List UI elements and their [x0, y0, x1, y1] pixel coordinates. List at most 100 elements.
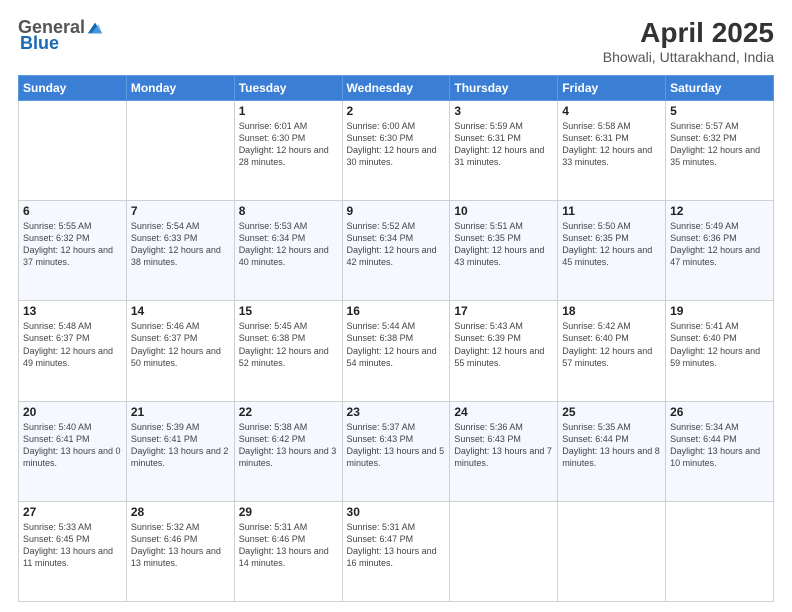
day-info: Sunrise: 5:36 AMSunset: 6:43 PMDaylight:… — [454, 421, 553, 470]
day-header-wednesday: Wednesday — [342, 75, 450, 100]
calendar-cell: 3Sunrise: 5:59 AMSunset: 6:31 PMDaylight… — [450, 100, 558, 200]
day-info: Sunrise: 6:00 AMSunset: 6:30 PMDaylight:… — [347, 120, 446, 169]
day-number: 1 — [239, 104, 338, 118]
day-header-sunday: Sunday — [19, 75, 127, 100]
title-area: April 2025 Bhowali, Uttarakhand, India — [603, 18, 774, 65]
day-number: 13 — [23, 304, 122, 318]
calendar-cell: 21Sunrise: 5:39 AMSunset: 6:41 PMDayligh… — [126, 401, 234, 501]
calendar-week-row: 20 Sunrise: 5:40 AMSunset: 6:41 PMDayligh… — [19, 401, 774, 501]
day-number: 27 — [23, 505, 122, 519]
day-info: Sunrise: 5:35 AMSunset: 6:44 PMDaylight:… — [562, 421, 661, 470]
calendar-cell: 2 Sunrise: 6:00 AMSunset: 6:30 PMDaylight… — [342, 100, 450, 200]
day-info: Sunrise: 5:44 AMSunset: 6:38 PMDaylight:… — [347, 320, 446, 369]
calendar-header-row: SundayMondayTuesdayWednesdayThursdayFrid… — [19, 75, 774, 100]
calendar-cell: 24 Sunrise: 5:36 AMSunset: 6:43 PMDayligh… — [450, 401, 558, 501]
page: General Blue April 2025 Bhowali, Uttarak… — [0, 0, 792, 612]
day-info: Sunrise: 5:32 AMSunset: 6:46 PMDaylight:… — [131, 521, 230, 570]
day-number: 14 — [131, 304, 230, 318]
day-info: Sunrise: 5:37 AMSunset: 6:43 PMDaylight:… — [347, 421, 446, 470]
calendar-cell — [126, 100, 234, 200]
month-title: April 2025 — [603, 18, 774, 49]
calendar-cell — [450, 501, 558, 601]
day-info: Sunrise: 5:34 AMSunset: 6:44 PMDaylight:… — [670, 421, 769, 470]
day-number: 3 — [454, 104, 553, 118]
calendar-cell: 5 Sunrise: 5:57 AMSunset: 6:32 PMDaylight… — [666, 100, 774, 200]
day-number: 10 — [454, 204, 553, 218]
calendar-cell: 9 Sunrise: 5:52 AMSunset: 6:34 PMDaylight… — [342, 201, 450, 301]
day-number: 23 — [347, 405, 446, 419]
day-info: Sunrise: 5:50 AMSunset: 6:35 PMDaylight:… — [562, 220, 661, 269]
calendar-cell: 10 Sunrise: 5:51 AMSunset: 6:35 PMDayligh… — [450, 201, 558, 301]
calendar-cell: 19 Sunrise: 5:41 AMSunset: 6:40 PMDayligh… — [666, 301, 774, 401]
day-info: Sunrise: 5:40 AMSunset: 6:41 PMDaylight:… — [23, 421, 122, 470]
day-number: 22 — [239, 405, 338, 419]
day-number: 29 — [239, 505, 338, 519]
calendar-table: SundayMondayTuesdayWednesdayThursdayFrid… — [18, 75, 774, 602]
day-number: 5 — [670, 104, 769, 118]
day-info: Sunrise: 6:01 AMSunset: 6:30 PMDaylight:… — [239, 120, 338, 169]
calendar-cell: 15Sunrise: 5:45 AMSunset: 6:38 PMDayligh… — [234, 301, 342, 401]
calendar-cell: 23 Sunrise: 5:37 AMSunset: 6:43 PMDayligh… — [342, 401, 450, 501]
day-number: 28 — [131, 505, 230, 519]
logo: General Blue — [18, 18, 108, 54]
day-number: 6 — [23, 204, 122, 218]
day-number: 9 — [347, 204, 446, 218]
day-header-friday: Friday — [558, 75, 666, 100]
day-info: Sunrise: 5:41 AMSunset: 6:40 PMDaylight:… — [670, 320, 769, 369]
day-number: 16 — [347, 304, 446, 318]
calendar-cell: 4 Sunrise: 5:58 AMSunset: 6:31 PMDaylight… — [558, 100, 666, 200]
calendar-cell: 6 Sunrise: 5:55 AMSunset: 6:32 PMDaylight… — [19, 201, 127, 301]
location-subtitle: Bhowali, Uttarakhand, India — [603, 49, 774, 65]
day-info: Sunrise: 5:43 AMSunset: 6:39 PMDaylight:… — [454, 320, 553, 369]
day-number: 30 — [347, 505, 446, 519]
calendar-cell: 20 Sunrise: 5:40 AMSunset: 6:41 PMDayligh… — [19, 401, 127, 501]
calendar-cell: 12 Sunrise: 5:49 AMSunset: 6:36 PMDayligh… — [666, 201, 774, 301]
day-number: 8 — [239, 204, 338, 218]
day-number: 4 — [562, 104, 661, 118]
logo-blue: Blue — [20, 34, 59, 54]
day-info: Sunrise: 5:42 AMSunset: 6:40 PMDaylight:… — [562, 320, 661, 369]
calendar-cell: 26Sunrise: 5:34 AMSunset: 6:44 PMDayligh… — [666, 401, 774, 501]
day-number: 19 — [670, 304, 769, 318]
day-number: 24 — [454, 405, 553, 419]
day-info: Sunrise: 5:57 AMSunset: 6:32 PMDaylight:… — [670, 120, 769, 169]
day-info: Sunrise: 5:46 AMSunset: 6:37 PMDaylight:… — [131, 320, 230, 369]
calendar-cell: 25 Sunrise: 5:35 AMSunset: 6:44 PMDayligh… — [558, 401, 666, 501]
day-number: 17 — [454, 304, 553, 318]
day-header-saturday: Saturday — [666, 75, 774, 100]
calendar-cell: 29 Sunrise: 5:31 AMSunset: 6:46 PMDayligh… — [234, 501, 342, 601]
day-info: Sunrise: 5:38 AMSunset: 6:42 PMDaylight:… — [239, 421, 338, 470]
day-header-tuesday: Tuesday — [234, 75, 342, 100]
calendar-cell: 28 Sunrise: 5:32 AMSunset: 6:46 PMDayligh… — [126, 501, 234, 601]
day-number: 25 — [562, 405, 661, 419]
day-info: Sunrise: 5:58 AMSunset: 6:31 PMDaylight:… — [562, 120, 661, 169]
day-number: 2 — [347, 104, 446, 118]
day-info: Sunrise: 5:55 AMSunset: 6:32 PMDaylight:… — [23, 220, 122, 269]
day-number: 7 — [131, 204, 230, 218]
day-number: 12 — [670, 204, 769, 218]
calendar-cell: 30Sunrise: 5:31 AMSunset: 6:47 PMDayligh… — [342, 501, 450, 601]
day-info: Sunrise: 5:31 AMSunset: 6:46 PMDaylight:… — [239, 521, 338, 570]
day-info: Sunrise: 5:48 AMSunset: 6:37 PMDaylight:… — [23, 320, 122, 369]
calendar-cell: 27 Sunrise: 5:33 AMSunset: 6:45 PMDayligh… — [19, 501, 127, 601]
calendar-cell: 11 Sunrise: 5:50 AMSunset: 6:35 PMDayligh… — [558, 201, 666, 301]
day-info: Sunrise: 5:33 AMSunset: 6:45 PMDaylight:… — [23, 521, 122, 570]
calendar-week-row: 1 Sunrise: 6:01 AMSunset: 6:30 PMDaylight… — [19, 100, 774, 200]
day-header-monday: Monday — [126, 75, 234, 100]
day-info: Sunrise: 5:51 AMSunset: 6:35 PMDaylight:… — [454, 220, 553, 269]
day-info: Sunrise: 5:54 AMSunset: 6:33 PMDaylight:… — [131, 220, 230, 269]
calendar-cell: 7 Sunrise: 5:54 AMSunset: 6:33 PMDaylight… — [126, 201, 234, 301]
calendar-cell: 17 Sunrise: 5:43 AMSunset: 6:39 PMDayligh… — [450, 301, 558, 401]
calendar-cell: 18Sunrise: 5:42 AMSunset: 6:40 PMDayligh… — [558, 301, 666, 401]
calendar-cell: 22 Sunrise: 5:38 AMSunset: 6:42 PMDayligh… — [234, 401, 342, 501]
day-number: 11 — [562, 204, 661, 218]
day-info: Sunrise: 5:45 AMSunset: 6:38 PMDaylight:… — [239, 320, 338, 369]
day-number: 21 — [131, 405, 230, 419]
day-info: Sunrise: 5:49 AMSunset: 6:36 PMDaylight:… — [670, 220, 769, 269]
calendar-week-row: 27 Sunrise: 5:33 AMSunset: 6:45 PMDayligh… — [19, 501, 774, 601]
day-number: 20 — [23, 405, 122, 419]
calendar-cell — [19, 100, 127, 200]
calendar-week-row: 13 Sunrise: 5:48 AMSunset: 6:37 PMDayligh… — [19, 301, 774, 401]
day-info: Sunrise: 5:52 AMSunset: 6:34 PMDaylight:… — [347, 220, 446, 269]
calendar-week-row: 6 Sunrise: 5:55 AMSunset: 6:32 PMDaylight… — [19, 201, 774, 301]
